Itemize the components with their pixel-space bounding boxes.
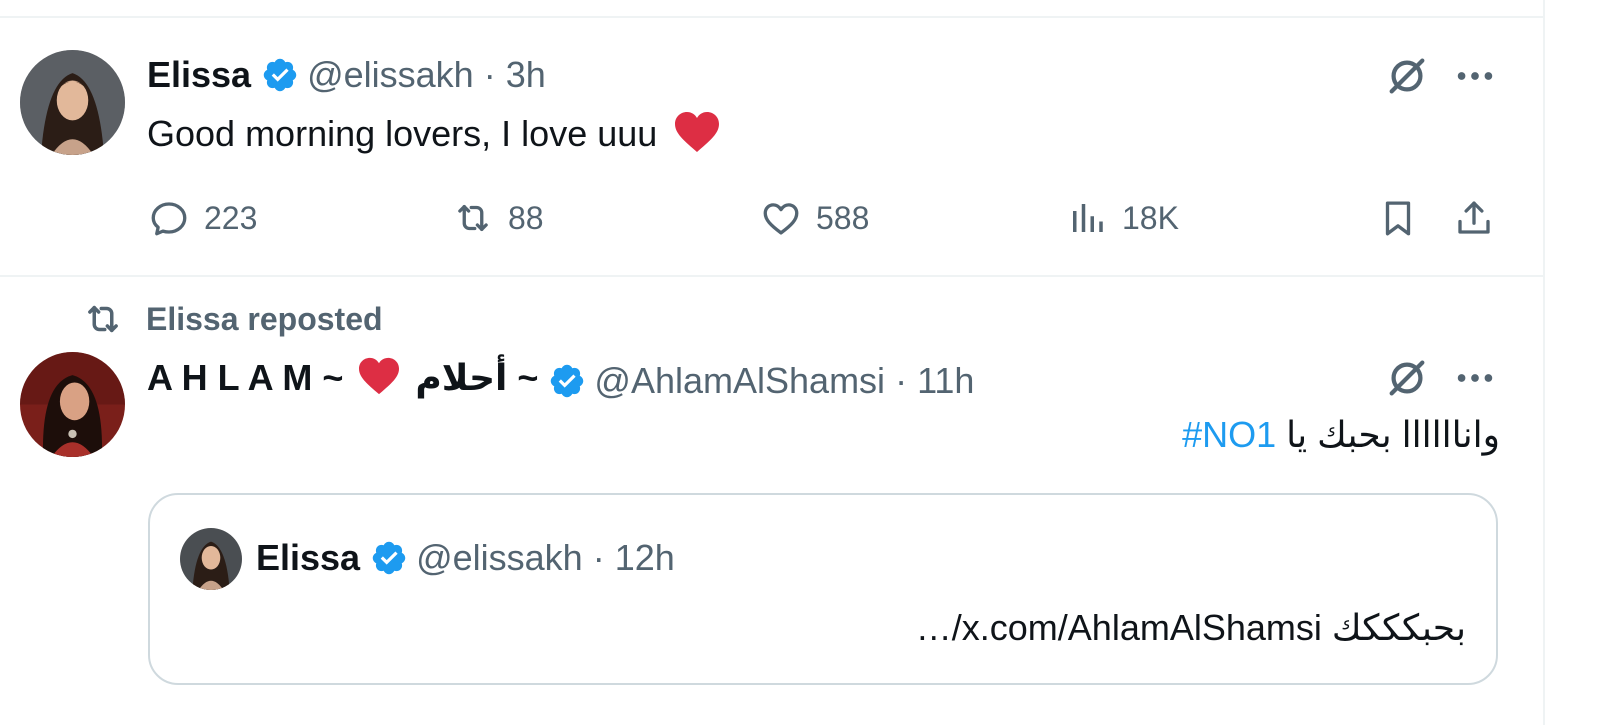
- reply-count: 223: [204, 199, 258, 236]
- repost-icon: [82, 298, 124, 340]
- divider: [0, 16, 1543, 18]
- grok-icon[interactable]: [1384, 355, 1430, 401]
- repost-button[interactable]: 88: [452, 197, 544, 239]
- heart-emoji: [357, 356, 401, 405]
- tweet-text: Good morning lovers, I love uuu: [147, 110, 721, 163]
- reply-button[interactable]: 223: [148, 197, 257, 239]
- more-icon[interactable]: [1452, 355, 1498, 401]
- separator-dot: ·: [483, 54, 496, 95]
- views-count: 18K: [1122, 199, 1179, 236]
- repost-context[interactable]: Elissa reposted: [82, 298, 383, 340]
- repost-icon: [452, 197, 494, 239]
- grok-icon[interactable]: [1384, 53, 1430, 99]
- display-name-prefix: A H L A M ~: [147, 357, 344, 399]
- like-button[interactable]: 588: [760, 197, 869, 239]
- timestamp[interactable]: 3h: [506, 54, 546, 96]
- verified-badge-icon: [261, 56, 299, 94]
- avatar[interactable]: [20, 352, 125, 457]
- tweet-text-body: Good morning lovers, I love uuu: [147, 113, 658, 155]
- share-icon: [1453, 197, 1495, 239]
- tweet-header: A H L A M ~ ~ أحلام @AhlamAlShamsi · 11h: [147, 356, 974, 405]
- display-name[interactable]: A H L A M ~ ~ أحلام: [147, 356, 538, 405]
- quoted-tweet-text: بحبكككك x.com/AhlamAlShamsi/…: [915, 607, 1466, 648]
- quoted-tweet-header: Elissa @elissakh · 12h: [256, 537, 675, 579]
- divider: [0, 275, 1543, 277]
- display-name[interactable]: Elissa: [147, 54, 251, 96]
- views-button[interactable]: 18K: [1066, 197, 1179, 239]
- share-button[interactable]: [1453, 197, 1495, 239]
- heart-emoji: [673, 110, 721, 163]
- reply-icon: [148, 197, 190, 239]
- separator-dot: ·: [592, 537, 605, 578]
- bookmark-icon: [1377, 197, 1419, 239]
- repost-count: 88: [508, 199, 544, 236]
- verified-badge-icon: [370, 539, 408, 577]
- bookmark-button[interactable]: [1377, 197, 1419, 239]
- handle[interactable]: @AhlamAlShamsi: [594, 360, 885, 402]
- repost-context-label: Elissa reposted: [146, 300, 383, 337]
- heart-icon: [760, 197, 802, 239]
- quoted-tweet[interactable]: Elissa @elissakh · 12h بحبكككك x.com/Ahl…: [148, 493, 1498, 685]
- display-name: Elissa: [256, 537, 361, 578]
- avatar[interactable]: [20, 50, 125, 155]
- display-name-suffix: ~ أحلام: [415, 357, 539, 399]
- handle[interactable]: @elissakh: [307, 54, 474, 96]
- tweet-header: Elissa @elissakh · 3h: [147, 54, 546, 96]
- verified-badge-icon: [548, 362, 586, 400]
- separator-dot: ·: [895, 359, 908, 401]
- like-count: 588: [816, 199, 870, 236]
- timestamp[interactable]: 11h: [917, 360, 974, 402]
- handle: @elissakh: [416, 537, 583, 578]
- timestamp: 12h: [614, 537, 675, 578]
- more-icon[interactable]: [1452, 53, 1498, 99]
- avatar: [180, 528, 242, 590]
- views-chart-icon: [1066, 197, 1108, 239]
- timeline-border: [1543, 0, 1545, 725]
- tweet-text-body: واناااااا بحبك يا: [1286, 414, 1500, 455]
- tweet-text: واناااااا بحبك يا #NO1: [1182, 414, 1500, 456]
- hashtag-link[interactable]: #NO1: [1182, 414, 1276, 455]
